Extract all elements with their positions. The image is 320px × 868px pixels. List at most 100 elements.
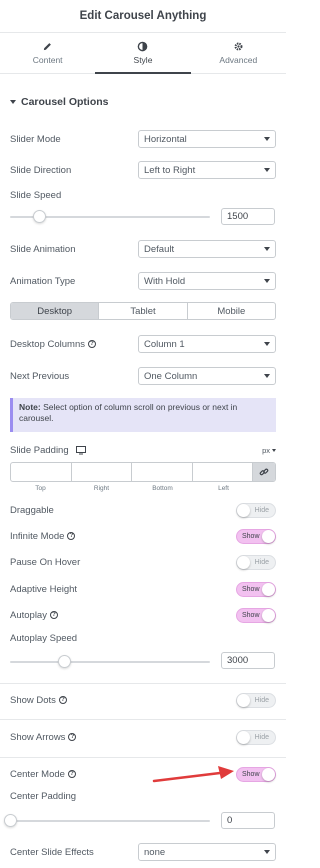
slider-mode-row: Slider Mode Horizontal — [10, 130, 276, 148]
tab-style[interactable]: Style — [95, 33, 191, 74]
desktop-icon[interactable] — [76, 445, 87, 455]
help-icon[interactable]: ? — [58, 696, 67, 705]
autoplay-speed-label: Autoplay Speed — [10, 633, 78, 644]
slide-animation-select[interactable]: Default — [138, 240, 276, 258]
desktop-columns-label: Desktop Columns? — [10, 339, 96, 350]
desktop-columns-select[interactable]: Column 1 — [138, 335, 276, 353]
center-padding-label: Center Padding — [10, 791, 77, 802]
slide-speed-input[interactable]: 1500 — [221, 208, 275, 225]
animation-type-select[interactable]: With Hold — [138, 272, 276, 290]
help-icon[interactable]: ? — [87, 339, 96, 348]
divider — [0, 719, 286, 720]
padding-left-input[interactable] — [193, 463, 253, 481]
center-slide-effects-select[interactable]: none — [138, 843, 276, 861]
padding-bottom-input[interactable] — [132, 463, 193, 481]
center-slide-effects-row: Center Slide Effects none — [10, 843, 276, 861]
chevron-down-icon — [264, 850, 270, 854]
padding-right-input[interactable] — [72, 463, 132, 481]
show-dots-label: Show Dots? — [10, 695, 67, 706]
autoplay-row: Autoplay? Show — [10, 608, 276, 623]
autoplay-label: Autoplay? — [10, 610, 58, 621]
pause-on-hover-label: Pause On Hover — [10, 557, 81, 568]
autoplay-toggle[interactable]: Show — [236, 608, 276, 623]
slide-direction-label: Slide Direction — [10, 164, 72, 176]
autoplay-speed-slider-track[interactable] — [10, 661, 210, 663]
link-values-button[interactable] — [253, 463, 275, 481]
note-box: Note: Select option of column scroll on … — [10, 398, 276, 432]
adaptive-height-toggle[interactable]: Show — [236, 582, 276, 597]
annotation-arrow-icon — [152, 766, 234, 783]
show-arrows-label: Show Arrows? — [10, 732, 77, 743]
help-icon[interactable]: ? — [68, 733, 77, 742]
help-icon[interactable]: ? — [49, 611, 58, 620]
chevron-down-icon — [264, 342, 270, 346]
center-padding-row: Center Padding — [10, 791, 276, 802]
center-padding-input[interactable]: 0 — [221, 812, 275, 829]
panel-title: Edit Carousel Anything — [79, 10, 207, 22]
pause-on-hover-toggle[interactable]: Hide — [236, 555, 276, 570]
chevron-down-icon — [272, 449, 276, 452]
slider-mode-label: Slider Mode — [10, 133, 61, 145]
adaptive-height-label: Adaptive Height — [10, 584, 78, 595]
note-text: Select option of column scroll on previo… — [19, 402, 238, 423]
center-mode-row: Center Mode? Show — [10, 767, 276, 782]
unit-selector[interactable]: px — [262, 446, 276, 455]
tab-content[interactable]: Content — [0, 33, 95, 73]
autoplay-speed-slider-thumb[interactable] — [58, 655, 71, 668]
animation-type-label: Animation Type — [10, 275, 76, 287]
tab-advanced[interactable]: Advanced — [191, 33, 286, 73]
slide-speed-slider-thumb[interactable] — [33, 210, 46, 223]
autoplay-speed-input[interactable]: 3000 — [221, 652, 275, 669]
help-icon[interactable]: ? — [67, 770, 76, 779]
show-arrows-row: Show Arrows? Hide — [10, 730, 276, 745]
next-previous-label: Next Previous — [10, 370, 70, 382]
section-header-carousel-options[interactable]: Carousel Options — [0, 74, 286, 118]
panel-tabs: Content Style Advanced — [0, 32, 286, 74]
slide-speed-row: Slide Speed — [10, 190, 276, 201]
device-tab-desktop[interactable]: Desktop — [11, 303, 100, 319]
infinite-mode-toggle[interactable]: Show — [236, 529, 276, 544]
infinite-mode-label: Infinite Mode? — [10, 531, 76, 542]
next-previous-row: Next Previous One Column — [10, 367, 276, 385]
center-padding-slider-thumb[interactable] — [4, 814, 17, 827]
chevron-down-icon — [264, 279, 270, 283]
slide-animation-label: Slide Animation — [10, 243, 76, 255]
device-tab-mobile[interactable]: Mobile — [188, 303, 275, 319]
show-dots-toggle[interactable]: Hide — [236, 693, 276, 708]
desktop-columns-row: Desktop Columns? Column 1 — [10, 335, 276, 353]
slide-padding-row: Slide Padding px — [10, 445, 276, 456]
center-padding-slider-track[interactable] — [10, 820, 210, 822]
chevron-down-icon — [264, 168, 270, 172]
caret-down-icon — [10, 100, 16, 104]
chevron-down-icon — [264, 374, 270, 378]
device-tab-tablet[interactable]: Tablet — [99, 303, 188, 319]
slide-padding-inputs — [10, 462, 276, 482]
slide-direction-row: Slide Direction Left to Right — [10, 161, 276, 179]
padding-top-input[interactable] — [11, 463, 72, 481]
panel-header: Edit Carousel Anything — [0, 0, 286, 32]
divider — [0, 683, 286, 684]
draggable-row: Draggable Hide — [10, 503, 276, 518]
show-arrows-toggle[interactable]: Hide — [236, 730, 276, 745]
draggable-toggle[interactable]: Hide — [236, 503, 276, 518]
help-icon[interactable]: ? — [67, 532, 76, 541]
device-switcher: Desktop Tablet Mobile — [10, 302, 276, 320]
padding-side-labels: Top Right Bottom Left — [35, 485, 229, 492]
center-slide-effects-label: Center Slide Effects — [10, 846, 94, 858]
show-dots-row: Show Dots? Hide — [10, 693, 276, 708]
half-circle-icon — [138, 41, 148, 52]
animation-type-row: Animation Type With Hold — [10, 272, 276, 290]
gear-icon — [234, 42, 243, 51]
center-mode-toggle[interactable]: Show — [236, 767, 276, 782]
autoplay-speed-row: Autoplay Speed — [10, 633, 276, 644]
slide-animation-row: Slide Animation Default — [10, 240, 276, 258]
pencil-icon — [43, 43, 52, 51]
slider-mode-select[interactable]: Horizontal — [138, 130, 276, 148]
chevron-down-icon — [264, 137, 270, 141]
pause-on-hover-row: Pause On Hover Hide — [10, 555, 276, 570]
slide-speed-label: Slide Speed — [10, 190, 62, 201]
center-mode-label: Center Mode? — [10, 769, 76, 780]
slide-direction-select[interactable]: Left to Right — [138, 161, 276, 179]
next-previous-select[interactable]: One Column — [138, 367, 276, 385]
link-icon — [259, 468, 269, 476]
